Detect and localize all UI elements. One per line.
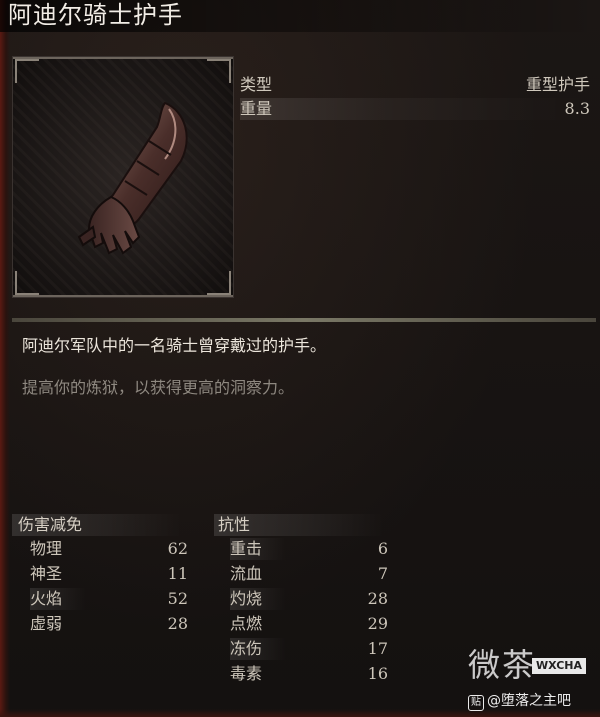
watermark-forum-name: @堕落之主吧 xyxy=(487,693,571,709)
frame-left-border xyxy=(0,0,10,717)
stat-label: 虚弱 xyxy=(30,614,63,633)
title-bar: 阿迪尔骑士护手 xyxy=(0,0,600,32)
stat-value: 11 xyxy=(167,564,188,583)
property-value: 重型护手 xyxy=(525,75,590,94)
ornate-trim-top xyxy=(13,57,233,69)
damage-reduction-row: 火焰 52 xyxy=(30,588,188,610)
stat-label: 点燃 xyxy=(230,614,263,633)
stat-value: 17 xyxy=(367,639,388,658)
item-effect: 提高你的炼狱，以获得更高的洞察力。 xyxy=(22,378,295,397)
property-label: 重量 xyxy=(240,99,273,118)
stat-value: 62 xyxy=(167,539,188,558)
stat-value: 6 xyxy=(377,539,388,558)
stat-label: 神圣 xyxy=(30,564,63,583)
damage-reduction-row: 神圣 11 xyxy=(30,563,188,585)
resistance-row: 重击 6 xyxy=(230,538,388,560)
stat-value: 52 xyxy=(167,589,188,608)
stat-label: 物理 xyxy=(30,539,63,558)
stat-label: 毒素 xyxy=(230,664,263,683)
stat-value: 16 xyxy=(367,664,388,683)
stat-value: 28 xyxy=(167,614,188,633)
item-image-frame xyxy=(12,56,234,298)
stat-value: 7 xyxy=(377,564,388,583)
item-description: 阿迪尔军队中的一名骑士曾穿戴过的护手。 xyxy=(22,336,327,355)
damage-reduction-row: 物理 62 xyxy=(30,538,188,560)
watermark-logo-text: 微茶 xyxy=(468,646,537,684)
resistance-row: 点燃 29 xyxy=(230,613,388,635)
watermark-badge: WXCHA xyxy=(532,658,587,674)
resistance-row: 灼烧 28 xyxy=(230,588,388,610)
ornate-trim-bottom xyxy=(13,285,233,297)
property-label: 类型 xyxy=(240,75,273,94)
watermark: 微茶 WXCHA 贴 @堕落之主吧 xyxy=(468,640,600,717)
damage-reduction-header: 伤害减免 xyxy=(12,514,182,536)
stat-label: 流血 xyxy=(230,564,263,583)
resistance-row: 冻伤 17 xyxy=(230,638,388,660)
resistance-row: 流血 7 xyxy=(230,563,388,585)
stat-label: 灼烧 xyxy=(230,588,287,610)
stat-label: 重击 xyxy=(230,538,287,560)
stat-label: 冻伤 xyxy=(230,638,287,660)
corner-ornament-icon xyxy=(207,59,231,83)
gauntlet-icon xyxy=(77,101,188,255)
resistance-row: 毒素 16 xyxy=(230,663,388,685)
corner-ornament-icon xyxy=(207,271,231,295)
item-title: 阿迪尔骑士护手 xyxy=(8,1,183,29)
property-value: 8.3 xyxy=(564,99,590,118)
stat-value: 29 xyxy=(367,614,388,633)
stat-value: 28 xyxy=(367,589,388,608)
damage-reduction-row: 虚弱 28 xyxy=(30,613,188,635)
property-row-weight: 重量 8.3 xyxy=(240,98,590,120)
watermark-forum-line: 贴 @堕落之主吧 xyxy=(468,690,571,711)
section-divider xyxy=(12,318,596,322)
resistance-header: 抗性 xyxy=(214,514,384,536)
property-row-type: 类型 重型护手 xyxy=(240,74,590,96)
stat-label: 火焰 xyxy=(30,588,87,610)
tieba-icon: 贴 xyxy=(468,695,484,711)
corner-ornament-icon xyxy=(15,271,39,295)
corner-ornament-icon xyxy=(15,59,39,83)
